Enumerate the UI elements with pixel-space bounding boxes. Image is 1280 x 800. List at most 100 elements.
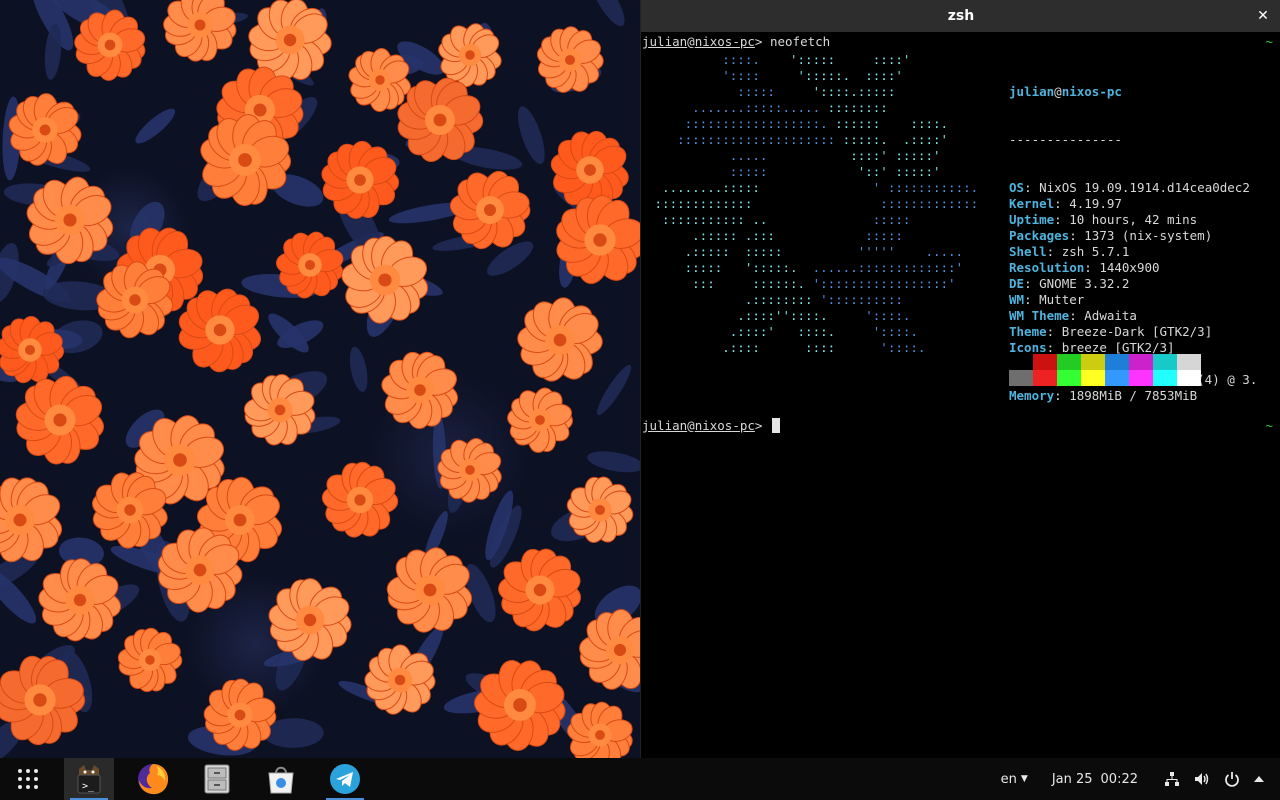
taskbar-app-files[interactable]: [192, 758, 242, 800]
info-key: Shell: [1009, 244, 1047, 259]
text-cursor: [771, 418, 780, 433]
info-row: Memory: 1898MiB / 7853MiB: [1009, 388, 1257, 404]
info-header: julian@nixos-pc: [1009, 84, 1257, 100]
info-value: Mutter: [1039, 292, 1085, 307]
taskbar-app-firefox[interactable]: [128, 758, 178, 800]
info-row: OS: NixOS 19.09.1914.d14cea0dec2: [1009, 180, 1257, 196]
palette-swatch: [1129, 370, 1153, 386]
taskbar-app-software[interactable]: [256, 758, 306, 800]
terminal-icon: >_: [77, 765, 101, 794]
info-colon: :: [1054, 212, 1070, 227]
palette-swatch: [1129, 354, 1153, 370]
info-value: 1898MiB / 7853MiB: [1069, 388, 1198, 403]
logo-segment: ::::: ':::::.: [647, 260, 813, 275]
logo-line: ::::. '::::: ::::': [647, 52, 978, 68]
taskbar-app-telegram[interactable]: [320, 758, 370, 800]
window-title: zsh: [947, 8, 975, 24]
logo-line: ........::::: ' :::::::::::.: [647, 180, 978, 196]
language-switcher[interactable]: en ▼: [1001, 772, 1028, 787]
logo-segment: '::::: ::::': [790, 52, 911, 67]
info-colon: :: [1054, 196, 1070, 211]
palette-swatch: [1153, 370, 1177, 386]
close-button[interactable]: ✕: [1253, 6, 1273, 26]
palette-swatch: [1009, 354, 1033, 370]
taskbar-app-terminal[interactable]: >_: [64, 758, 114, 800]
prompt-line-2[interactable]: julian@nixos-pc>: [642, 418, 780, 434]
logo-line: ::: ::::::. ':::::::::::::::::': [647, 276, 978, 292]
info-key: Packages: [1009, 228, 1070, 243]
app-grid-button[interactable]: [0, 758, 56, 800]
logo-line: ':::: ':::::. ::::': [647, 68, 978, 84]
logo-line: ::::::::::: .. :::::: [647, 212, 978, 228]
prompt-at: @: [687, 418, 695, 433]
logo-line: .:::: :::: '::::.: [647, 340, 978, 356]
logo-segment: ''''' .....: [857, 244, 964, 259]
prompt-separator: >: [754, 34, 770, 49]
chevron-down-icon: ▼: [1020, 774, 1028, 784]
info-key: Memory: [1009, 388, 1055, 403]
logo-segment: :::::: [872, 212, 911, 227]
palette-swatch: [1105, 354, 1129, 370]
logo-segment: .......:::::.....: [647, 100, 828, 115]
volume-icon[interactable]: [1194, 771, 1210, 787]
logo-segment: ........:::::: [647, 180, 873, 195]
caret-up-icon[interactable]: [1254, 775, 1264, 783]
clock[interactable]: Jan 25 00:22: [1052, 772, 1138, 787]
prompt-line-1: julian@nixos-pc> neofetch: [642, 34, 830, 50]
logo-line: ::::: ':::::. ......:::::::::::::': [647, 260, 978, 276]
logo-line: .::::' ::::. '::::.: [647, 324, 978, 340]
info-colon: :: [1046, 340, 1062, 355]
info-key: Resolution: [1009, 260, 1085, 275]
palette-row-normal: [1009, 354, 1201, 370]
logo-segment: :::::::::::::: [880, 196, 979, 211]
logo-line: .::::''::::. '::::.: [647, 308, 978, 324]
logo-segment: .::::''::::.: [647, 308, 866, 323]
info-value: GNOME 3.32.2: [1039, 276, 1130, 291]
logo-segment: ::::::::::: ..: [647, 212, 873, 227]
info-row: Shell: zsh 5.7.1: [1009, 244, 1257, 260]
power-icon[interactable]: [1224, 771, 1240, 787]
logo-line: .::::: .::: :::::: [647, 228, 978, 244]
logo-segment: :::::: [647, 84, 813, 99]
logo-segment: :::::::::::::::::::::: [647, 132, 843, 147]
palette-swatch: [1009, 370, 1033, 386]
logo-line: ::::::::::::: :::::::::::::: [647, 196, 979, 212]
prompt-host: nixos-pc: [694, 418, 755, 433]
prompt-user: julian: [642, 418, 688, 433]
logo-segment: .::::: :::::: [647, 244, 858, 259]
info-colon: :: [1024, 292, 1040, 307]
info-host: nixos-pc: [1061, 84, 1122, 99]
logo-segment: ......:::::::::::::': [812, 260, 964, 275]
prompt-host: nixos-pc: [694, 34, 755, 49]
info-value: zsh 5.7.1: [1061, 244, 1130, 259]
info-value: 10 hours, 42 mins: [1069, 212, 1198, 227]
software-store-icon: [268, 766, 294, 794]
terminal-window[interactable]: zsh ✕ julian@nixos-pc> neofetch ~ ::::. …: [640, 0, 1280, 758]
marigold-flowers-image: [0, 0, 640, 758]
taskbar: >_ en ▼ Jan 25 00:22: [0, 758, 1280, 800]
info-value: Adwaita: [1084, 308, 1137, 323]
info-key: Uptime: [1009, 212, 1055, 227]
logo-line: .::::: ::::: ''''' .....: [647, 244, 978, 260]
terminal-output[interactable]: julian@nixos-pc> neofetch ~ ::::. ':::::…: [641, 32, 1280, 758]
info-colon: :: [1054, 388, 1070, 403]
network-icon[interactable]: [1164, 771, 1180, 787]
logo-segment: :::::: [865, 228, 903, 243]
info-colon: :: [1084, 260, 1100, 275]
logo-segment: '::' :::::': [857, 164, 941, 179]
info-row: Kernel: 4.19.97: [1009, 196, 1257, 212]
window-titlebar[interactable]: zsh ✕: [641, 0, 1280, 32]
system-tray: en ▼ Jan 25 00:22: [1001, 758, 1280, 800]
logo-segment: ::::.: [647, 52, 790, 67]
info-colon: :: [1069, 308, 1085, 323]
palette-swatch: [1057, 370, 1081, 386]
logo-segment: :::::. .::::': [842, 132, 949, 147]
info-key: Icons: [1009, 340, 1047, 355]
prompt-at: @: [687, 34, 695, 49]
logo-segment: .::::' ::::.: [647, 324, 873, 339]
color-palette: [1009, 354, 1201, 386]
prompt-user: julian: [642, 34, 688, 49]
logo-segment: ::::::::::::::::::.: [647, 116, 836, 131]
info-key: WM: [1009, 292, 1025, 307]
info-row: Resolution: 1440x900: [1009, 260, 1257, 276]
